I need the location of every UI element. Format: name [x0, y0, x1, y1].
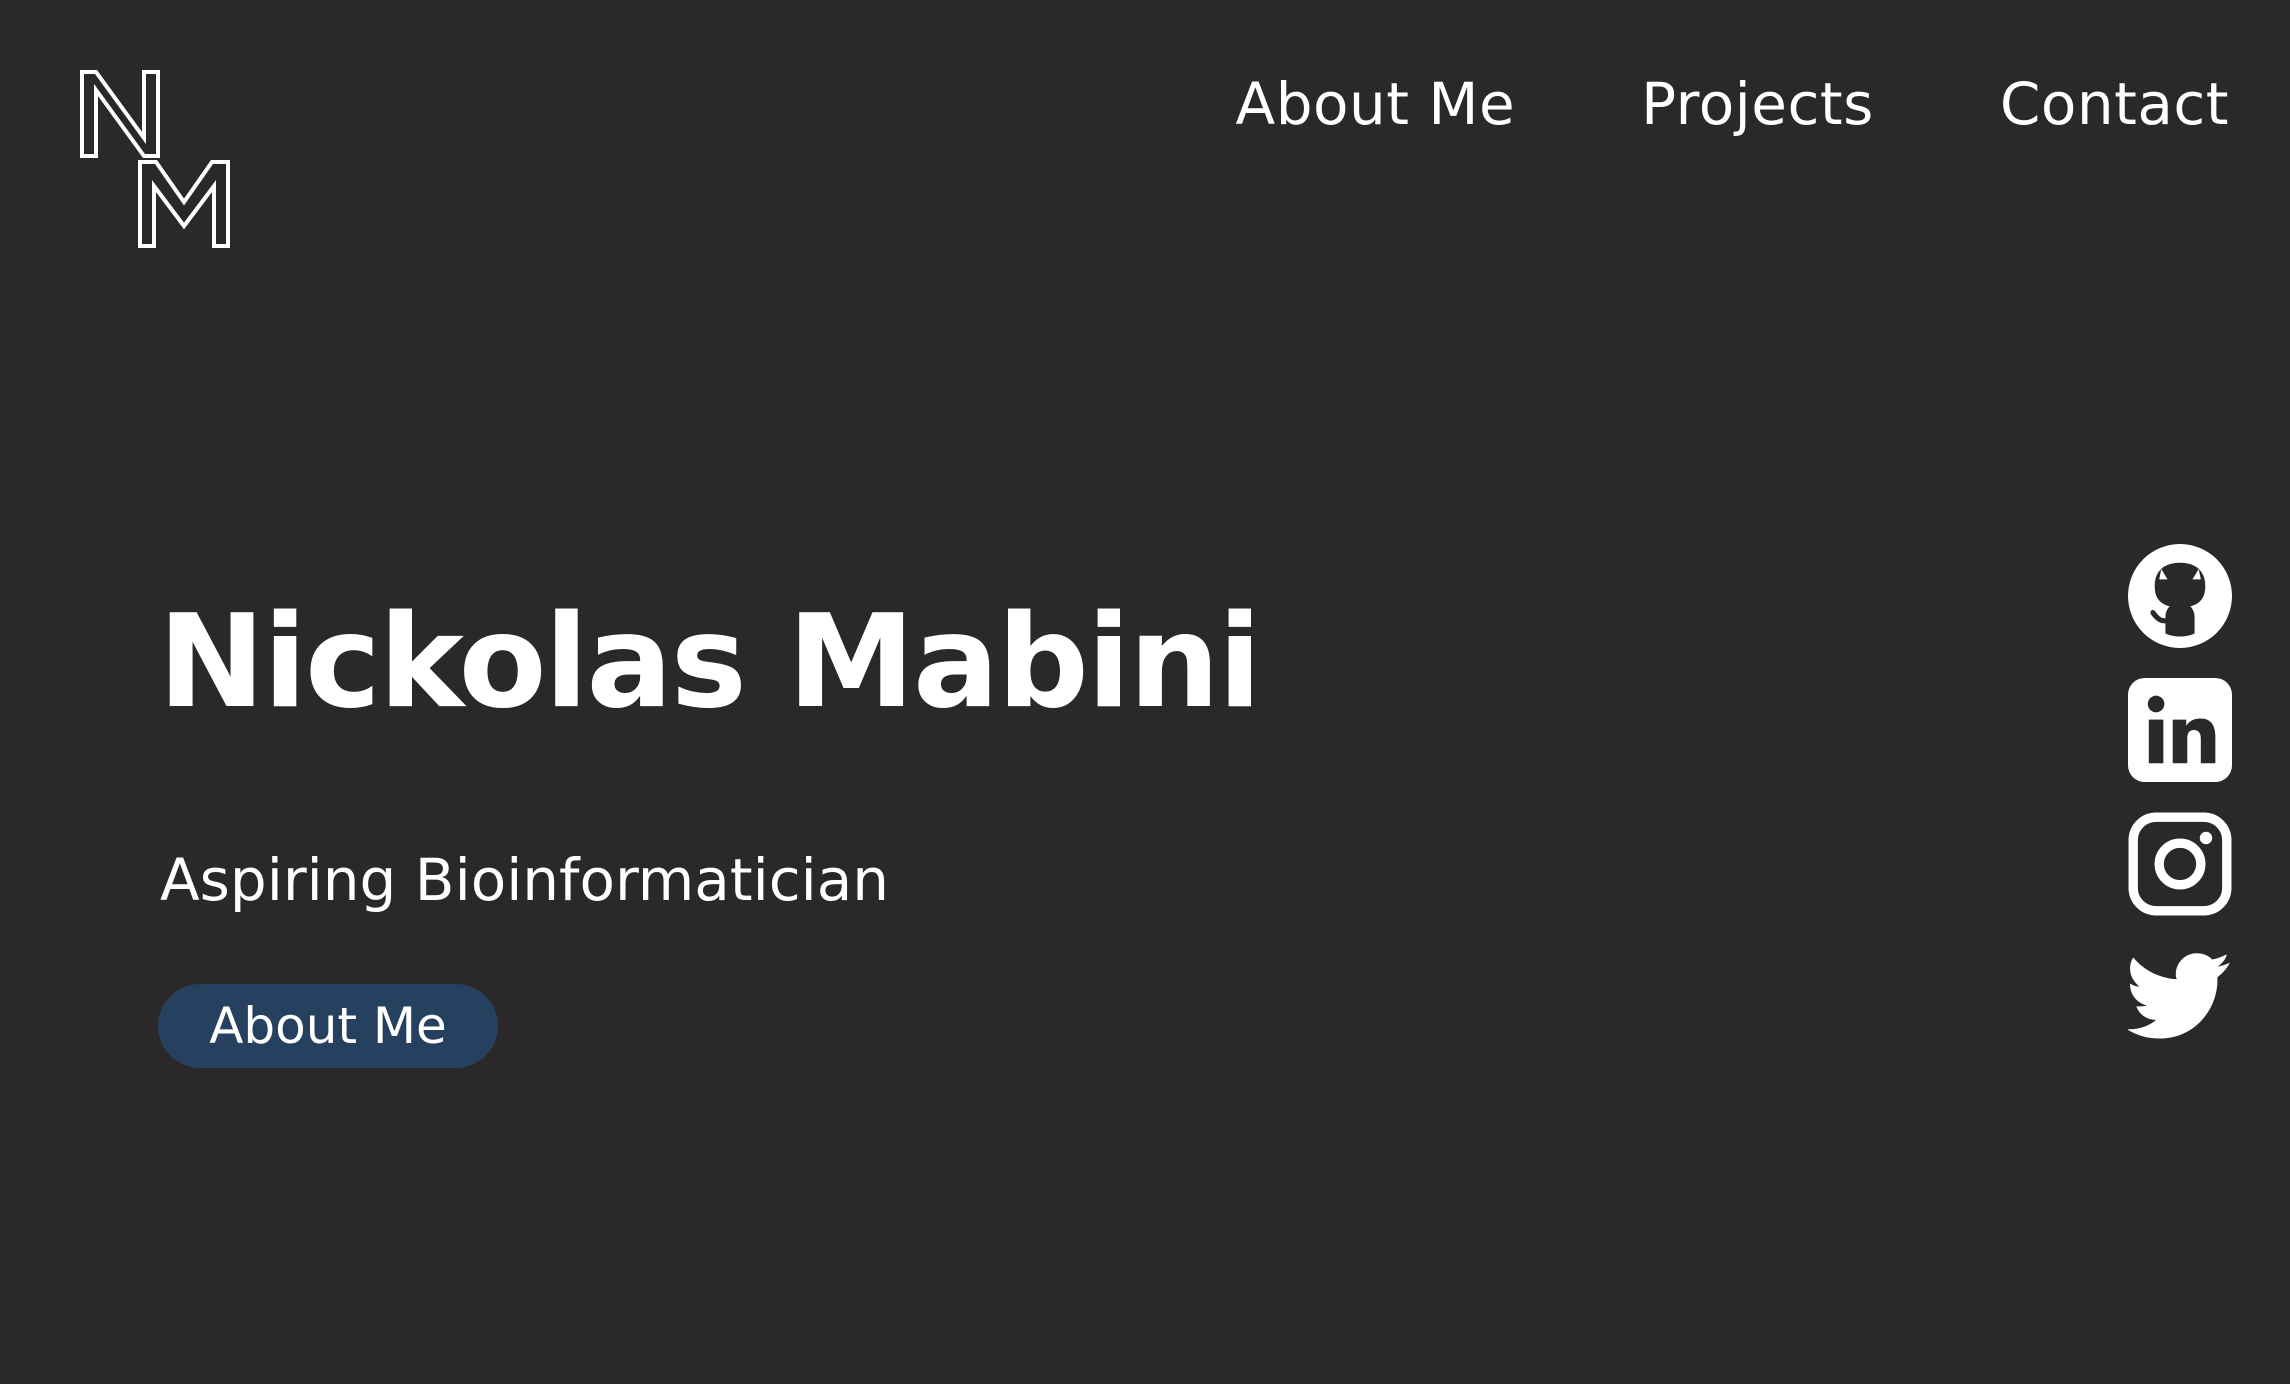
top-nav: About Me Projects Contact — [1236, 64, 2229, 144]
twitter-link[interactable] — [2128, 946, 2232, 1050]
instagram-icon — [2128, 812, 2232, 916]
nav-about-me[interactable]: About Me — [1236, 64, 1516, 144]
twitter-icon — [2128, 953, 2230, 1039]
nav-projects[interactable]: Projects — [1641, 64, 1874, 144]
github-link[interactable] — [2128, 544, 2232, 648]
nm-monogram-logo — [80, 70, 230, 248]
linkedin-icon — [2128, 678, 2232, 782]
nav-contact[interactable]: Contact — [2000, 64, 2229, 144]
github-icon — [2128, 544, 2232, 648]
about-me-button[interactable]: About Me — [158, 984, 498, 1068]
instagram-link[interactable] — [2128, 812, 2232, 916]
hero-subtitle: Aspiring Bioinformatician — [160, 846, 889, 914]
hero-title: Nickolas Mabini — [158, 588, 1262, 737]
linkedin-link[interactable] — [2128, 678, 2232, 782]
site-logo[interactable] — [78, 68, 233, 250]
